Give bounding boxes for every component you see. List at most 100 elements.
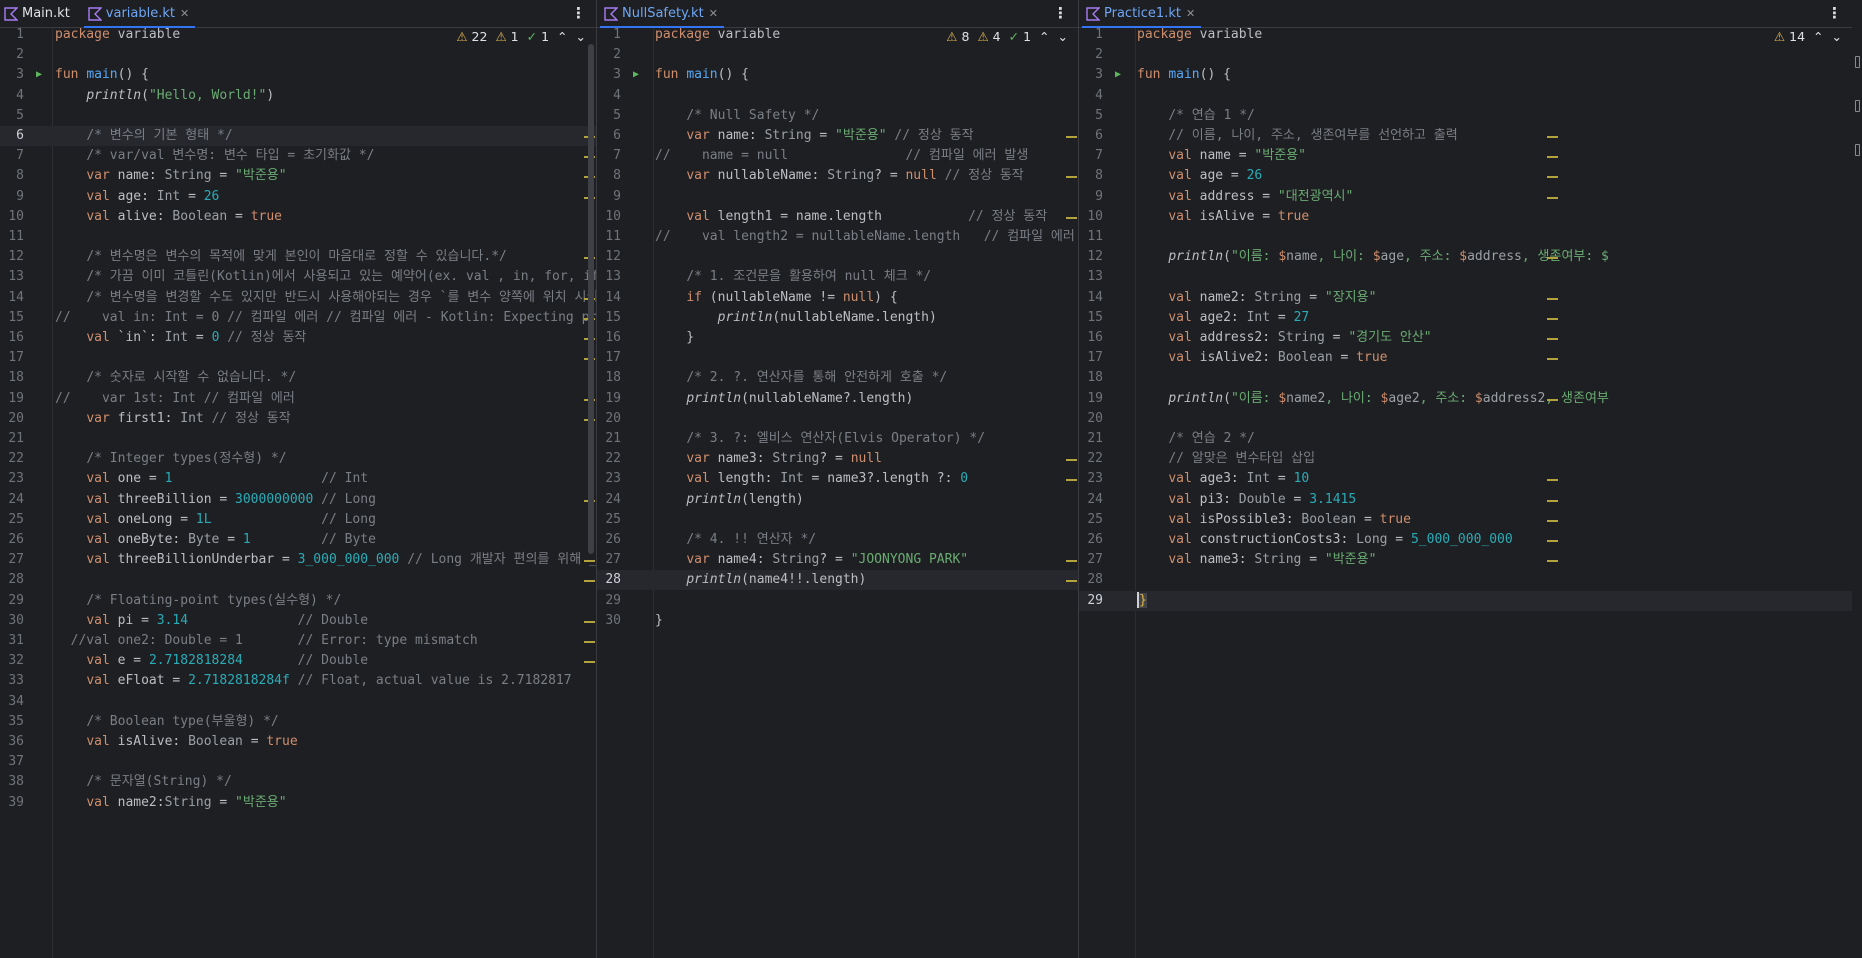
- code-line[interactable]: 4: [597, 86, 1078, 106]
- code-line[interactable]: 24 println(length): [597, 490, 1078, 510]
- code-line[interactable]: 1 package variable: [0, 25, 596, 45]
- more-vertical-icon[interactable]: ⋮: [571, 4, 586, 22]
- warning-stripe-marker[interactable]: [584, 580, 595, 583]
- code-line[interactable]: 28: [0, 570, 596, 590]
- code-line[interactable]: 31 //val one2: Double = 1 // Error: type…: [0, 631, 596, 651]
- code-line[interactable]: 19 println("이름: $name2, 나이: $age2, 주소: $…: [1079, 389, 1852, 409]
- tool-window-icon[interactable]: [1855, 56, 1860, 68]
- code-line[interactable]: 26 val constructionCosts3: Long = 5_000_…: [1079, 530, 1852, 550]
- run-gutter-icon[interactable]: ▶: [1115, 65, 1121, 85]
- warning-stripe-marker[interactable]: [1547, 499, 1558, 502]
- code-line[interactable]: 18 /* 2. ?. 연산자를 통해 안전하게 호출 */: [597, 368, 1078, 388]
- code-line[interactable]: 19 println(nullableName?.length): [597, 389, 1078, 409]
- code-line[interactable]: 11: [1079, 227, 1852, 247]
- more-vertical-icon[interactable]: ⋮: [1053, 4, 1068, 22]
- code-line[interactable]: 12: [597, 247, 1078, 267]
- warning-stripe-marker[interactable]: [1066, 560, 1077, 563]
- close-icon[interactable]: ✕: [709, 7, 718, 20]
- warning-stripe-marker[interactable]: [1547, 540, 1558, 542]
- code-line[interactable]: 23 val age3: Int = 10: [1079, 469, 1852, 489]
- code-line[interactable]: 15 val age2: Int = 27: [1079, 308, 1852, 328]
- code-line[interactable]: 22 /* Integer types(정수형) */: [0, 449, 596, 469]
- code-editor[interactable]: 1 package variable 2 3 ▶ fun main() {4 5 /* 연습…: [1079, 27, 1852, 958]
- code-line[interactable]: 20: [597, 409, 1078, 429]
- code-line[interactable]: 27 val name3: String = "박준용": [1079, 550, 1852, 570]
- warning-stripe-marker[interactable]: [1547, 519, 1558, 522]
- tab-main-kt[interactable]: Main.kt: [0, 0, 76, 27]
- code-line[interactable]: 23 val length: Int = name3?.length ?: 0: [597, 469, 1078, 489]
- code-line[interactable]: 5: [0, 106, 596, 126]
- code-line[interactable]: 3 ▶ fun main() {: [597, 65, 1078, 85]
- warning-stripe-marker[interactable]: [1547, 196, 1558, 199]
- code-line[interactable]: 7 val name = "박준용": [1079, 146, 1852, 166]
- code-line[interactable]: 13 /* 가끔 이미 코틀린(Kotlin)에서 사용되고 있는 예약어(ex…: [0, 267, 596, 287]
- code-line[interactable]: 13 /* 1. 조건문을 활용하여 null 체크 */: [597, 267, 1078, 287]
- code-line[interactable]: 24 val pi3: Double = 3.1415: [1079, 490, 1852, 510]
- code-line[interactable]: 28: [1079, 570, 1852, 590]
- code-line[interactable]: 10 val length1 = name.length // 정상 동작: [597, 207, 1078, 227]
- code-line[interactable]: 5 /* 연습 1 */: [1079, 106, 1852, 126]
- code-line[interactable]: 18: [1079, 368, 1852, 388]
- tab-nullsafety-kt[interactable]: NullSafety.kt ✕: [600, 0, 724, 28]
- warning-stripe-marker[interactable]: [1547, 156, 1558, 159]
- code-line[interactable]: 24 val threeBillion = 3000000000 // Long: [0, 490, 596, 510]
- code-line[interactable]: 2: [1079, 45, 1852, 65]
- code-line[interactable]: 25 val isPossible3: Boolean = true: [1079, 510, 1852, 530]
- code-line[interactable]: 17: [597, 348, 1078, 368]
- tab-practice1-kt[interactable]: Practice1.kt ✕: [1082, 0, 1202, 28]
- code-line[interactable]: 7 // name = null // 컴파일 에러 발생: [597, 146, 1078, 166]
- code-line[interactable]: 35 /* Boolean type(부울형) */: [0, 712, 596, 732]
- tab-variable-kt[interactable]: variable.kt ✕: [83, 0, 196, 28]
- warning-stripe-marker[interactable]: [1066, 580, 1077, 583]
- warning-stripe-marker[interactable]: [1547, 297, 1558, 300]
- code-line[interactable]: 14 if (nullableName != null) {: [597, 288, 1078, 308]
- run-gutter-icon[interactable]: ▶: [36, 65, 42, 85]
- code-line[interactable]: 21: [0, 429, 596, 449]
- code-line[interactable]: 17: [0, 348, 596, 368]
- code-line[interactable]: 27 var name4: String? = "JOONYONG PARK": [597, 550, 1078, 570]
- code-line[interactable]: 9: [597, 187, 1078, 207]
- code-line[interactable]: 4: [1079, 86, 1852, 106]
- warning-stripe-marker[interactable]: [1066, 136, 1077, 138]
- code-line[interactable]: 17 val isAlive2: Boolean = true: [1079, 348, 1852, 368]
- code-line[interactable]: 6 var name: String = "박준용" // 정상 동작: [597, 126, 1078, 146]
- code-line[interactable]: 34: [0, 692, 596, 712]
- code-line[interactable]: 30}: [597, 611, 1078, 631]
- code-line[interactable]: 2: [597, 45, 1078, 65]
- warning-stripe-marker[interactable]: [1066, 479, 1077, 482]
- warning-stripe-marker[interactable]: [1547, 176, 1558, 179]
- code-line[interactable]: 16 val `in`: Int = 0 // 정상 동작: [0, 328, 596, 348]
- code-line[interactable]: 33 val eFloat = 2.7182818284f // Float, …: [0, 671, 596, 691]
- code-line[interactable]: 10 val alive: Boolean = true: [0, 207, 596, 227]
- editor-scrollbar[interactable]: [588, 44, 594, 554]
- code-line[interactable]: 13: [1079, 267, 1852, 287]
- code-editor[interactable]: 1 package variable 2 3 ▶ fun main() {4 5 /* Nu…: [597, 27, 1078, 958]
- tool-window-icon[interactable]: [1855, 144, 1860, 156]
- code-line[interactable]: 8 val age = 26: [1079, 166, 1852, 186]
- code-line[interactable]: 25: [597, 510, 1078, 530]
- warning-stripe-marker[interactable]: [584, 641, 595, 643]
- code-line[interactable]: 26 val oneByte: Byte = 1 // Byte: [0, 530, 596, 550]
- run-gutter-icon[interactable]: ▶: [633, 65, 639, 85]
- code-line[interactable]: 7 /* var/val 변수명: 변수 타입 = 초기화값 */: [0, 146, 596, 166]
- code-line[interactable]: 4 println("Hello, World!"): [0, 86, 596, 106]
- code-line[interactable]: 9 val age: Int = 26: [0, 187, 596, 207]
- code-line[interactable]: 9 val address = "대전광역시": [1079, 187, 1852, 207]
- code-line[interactable]: 16 }: [597, 328, 1078, 348]
- more-vertical-icon[interactable]: ⋮: [1827, 4, 1842, 22]
- code-line[interactable]: 36 val isAlive: Boolean = true: [0, 732, 596, 752]
- code-line[interactable]: 22 // 알맞은 변수타입 삽입: [1079, 449, 1852, 469]
- code-line[interactable]: 10 val isAlive = true: [1079, 207, 1852, 227]
- code-line[interactable]: 19 // var 1st: Int // 컴파일 에러: [0, 389, 596, 409]
- code-line[interactable]: 21 /* 3. ?: 엘비스 연산자(Elvis Operator) */: [597, 429, 1078, 449]
- code-line[interactable]: 30 val pi = 3.14 // Double: [0, 611, 596, 631]
- warning-stripe-marker[interactable]: [1066, 216, 1077, 219]
- code-line[interactable]: 15 println(nullableName.length): [597, 308, 1078, 328]
- tool-window-icon[interactable]: [1855, 100, 1860, 112]
- code-line[interactable]: 23 val one = 1 // Int: [0, 469, 596, 489]
- warning-stripe-marker[interactable]: [1547, 479, 1558, 482]
- code-line[interactable]: 14 /* 변수명을 변경할 수도 있지만 반드시 사용해야되는 경우 `를 변…: [0, 288, 596, 308]
- code-line[interactable]: 12 println("이름: $name, 나이: $age, 주소: $ad…: [1079, 247, 1852, 267]
- warning-stripe-marker[interactable]: [584, 661, 595, 664]
- code-line[interactable]: 5 /* Null Safety */: [597, 106, 1078, 126]
